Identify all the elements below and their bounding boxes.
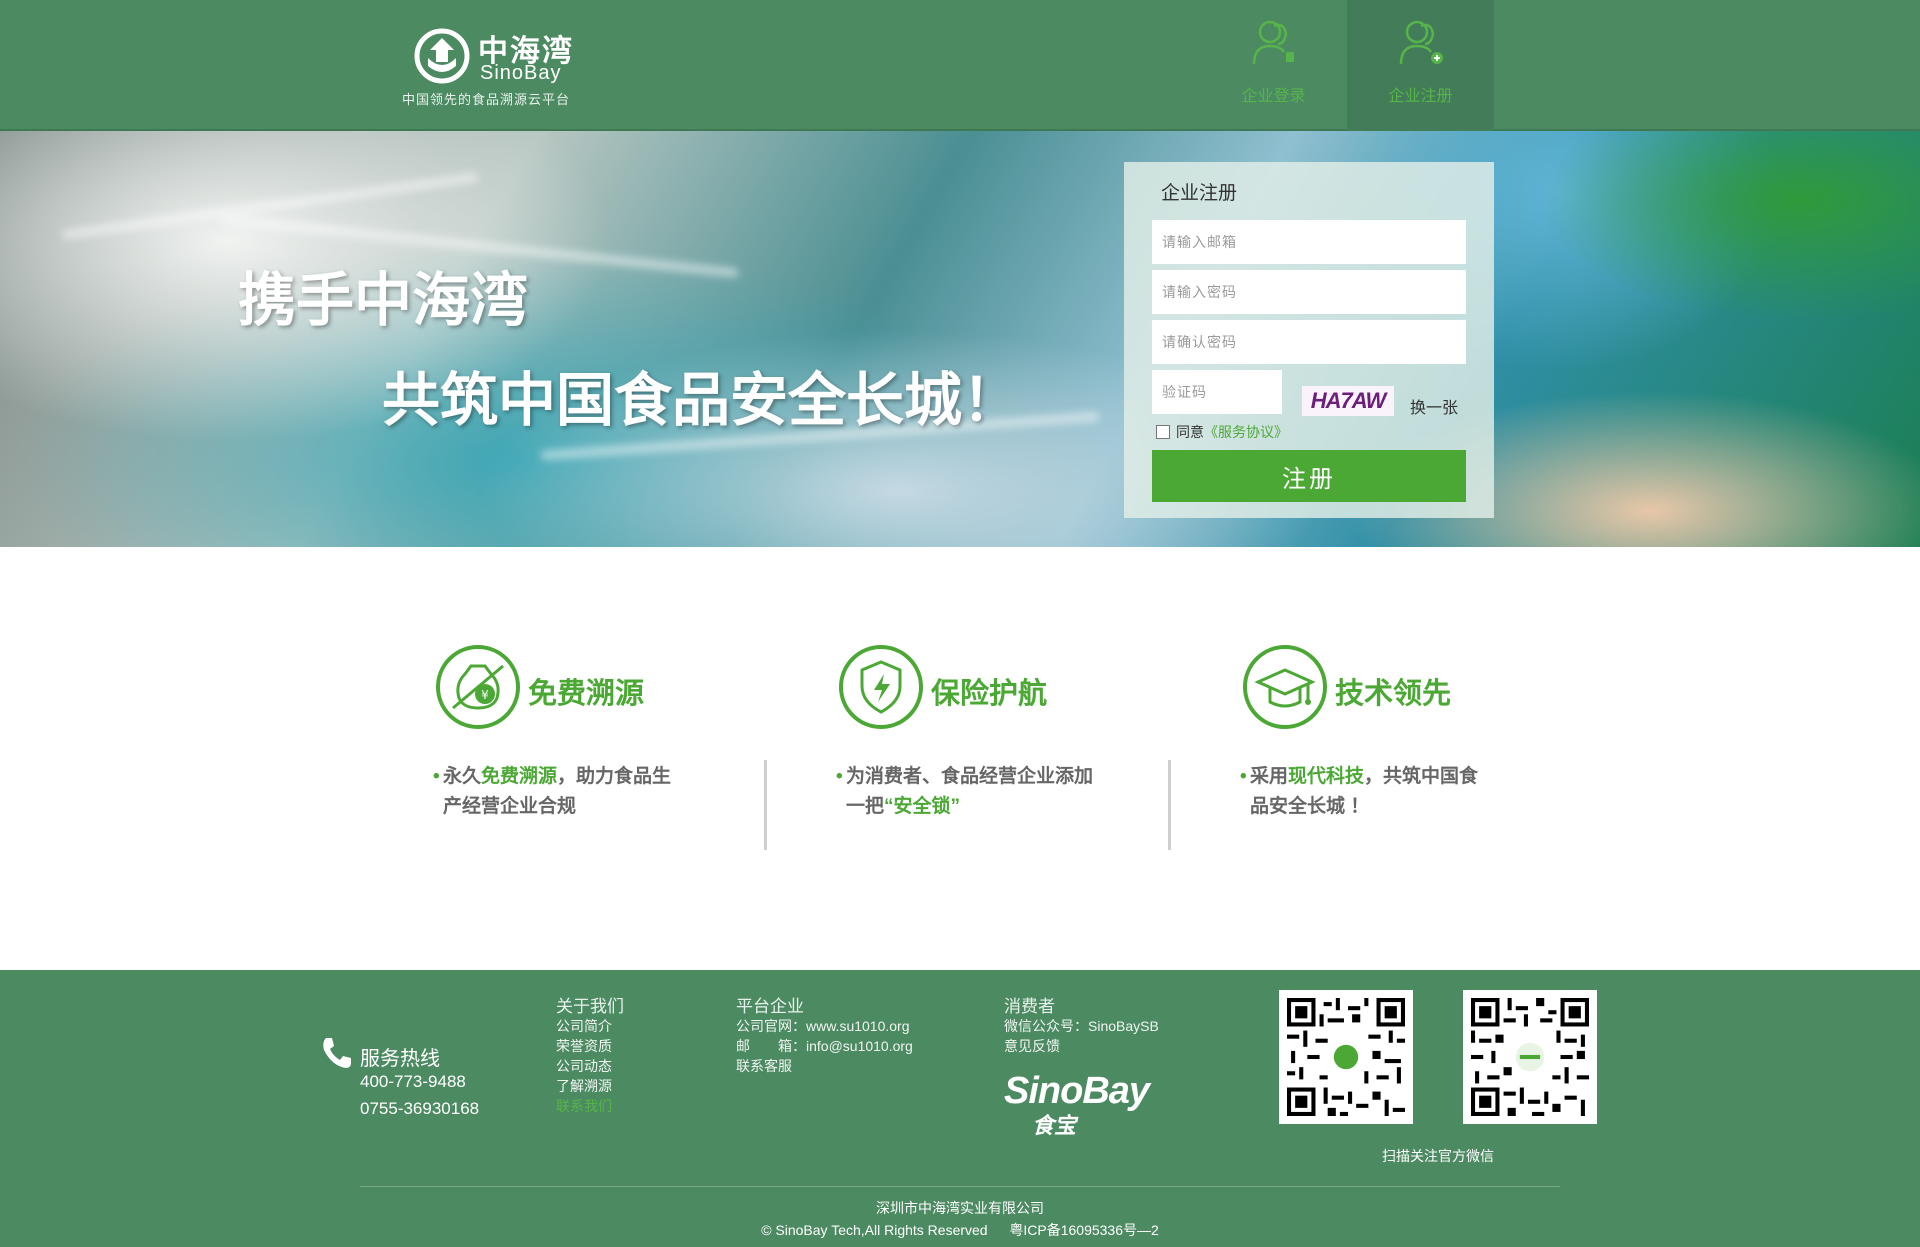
- qr-code-icon: [1287, 998, 1405, 1116]
- captcha-refresh-link[interactable]: 换一张: [1410, 394, 1458, 418]
- nav-label-login: 企业登录: [1241, 88, 1306, 105]
- logo-text-en: SinoBay: [480, 62, 562, 84]
- shield-bolt-icon: [839, 645, 923, 729]
- captcha-input[interactable]: [1152, 370, 1282, 414]
- footer-consumer-title: 消费者: [1004, 997, 1055, 1016]
- icp-number[interactable]: 粤ICP备16095336号—2: [1009, 1222, 1158, 1238]
- email-input[interactable]: [1152, 220, 1466, 264]
- feature-title: 技术领先: [1335, 678, 1452, 710]
- feature-divider: [1168, 760, 1171, 850]
- footer: 服务热线 400-773-9488 0755-36930168 关于我们 公司简…: [0, 970, 1920, 1247]
- brand-logo-en: SinoBay: [1004, 1070, 1150, 1112]
- footer-wechat-account: 微信公众号：SinoBaySB: [1004, 1018, 1159, 1034]
- desc-text: 采用: [1250, 766, 1289, 787]
- footer-feedback[interactable]: 意见反馈: [1004, 1036, 1060, 1056]
- service-agreement-link[interactable]: 《服务协议》: [1204, 424, 1288, 440]
- logo-mark-icon: [414, 28, 470, 84]
- phone-icon: [323, 1038, 351, 1068]
- nav-item-login[interactable]: 企业登录: [1200, 0, 1347, 131]
- logo[interactable]: 中海湾 SinoBay 中国领先的食品溯源云平台: [400, 20, 590, 110]
- register-form-title: 企业注册: [1161, 183, 1238, 204]
- company-name: 深圳市中海湾实业有限公司: [876, 1200, 1044, 1216]
- footer-email[interactable]: 邮 箱：info@su1010.org: [736, 1036, 913, 1056]
- banner-light-streak: [61, 171, 479, 241]
- hotline-number: 400-773-9488: [360, 1072, 466, 1091]
- footer-customer-service[interactable]: 联系客服: [736, 1056, 792, 1076]
- sinobay-brand-logo: SinoBay 食宝: [1004, 1070, 1184, 1140]
- desc-highlight: 现代科技: [1288, 766, 1365, 787]
- feature-description: • 永久免费溯源，助力食品生产经营企业合规: [433, 762, 690, 822]
- bullet-dot: •: [433, 766, 440, 787]
- footer-link-contact[interactable]: 联系我们: [556, 1096, 612, 1116]
- footer-website[interactable]: 公司官网：www.su1010.org: [736, 1016, 910, 1036]
- feature-description: • 为消费者、食品经营企业添加一把“安全锁”: [836, 762, 1093, 822]
- footer-about-title: 关于我们: [556, 997, 624, 1016]
- agree-label: 同意《服务协议》: [1176, 422, 1288, 442]
- agree-prefix: 同意: [1176, 424, 1204, 440]
- captcha-image[interactable]: HA7AW: [1302, 386, 1394, 416]
- bullet-dot: •: [836, 766, 843, 787]
- feature-title: 保险护航: [931, 678, 1048, 710]
- footer-link-learn-trace[interactable]: 了解溯源: [556, 1076, 612, 1096]
- footer-link-company-intro[interactable]: 公司简介: [556, 1016, 612, 1036]
- footer-link-news[interactable]: 公司动态: [556, 1056, 612, 1076]
- bullet-dot: •: [1240, 766, 1247, 787]
- confirm-password-input[interactable]: [1152, 320, 1466, 364]
- password-input[interactable]: [1152, 270, 1466, 314]
- qr-code-icon: [1471, 998, 1589, 1116]
- footer-divider: [360, 1186, 1560, 1187]
- svg-text:¥: ¥: [481, 688, 489, 702]
- copyright-text: © SinoBay Tech,All Rights Reserved: [761, 1222, 988, 1238]
- qr-code: [1463, 990, 1597, 1124]
- user-add-icon: [1399, 20, 1443, 65]
- feature-title: 免费溯源: [528, 678, 645, 710]
- hero-banner: 携手中海湾 共筑中国食品安全长城！: [0, 131, 1920, 547]
- hotline-title: 服务热线: [360, 1048, 440, 1070]
- money-bag-icon: ¥: [436, 645, 520, 729]
- feature-free-trace: ¥ 免费溯源 • 永久免费溯源，助力食品生产经营企业合规: [433, 644, 755, 854]
- hotline-number: 0755-36930168: [360, 1099, 480, 1118]
- desc-text: 永久: [443, 766, 482, 787]
- graduation-cap-icon: [1243, 645, 1327, 729]
- desc-highlight: “安全锁”: [884, 796, 961, 817]
- feature-description: • 采用现代科技，共筑中国食品安全长城 ！: [1240, 762, 1497, 822]
- feature-tech: 技术领先 • 采用现代科技，共筑中国食品安全长城 ！: [1240, 644, 1562, 854]
- register-form: 企业注册 HA7AW 换一张 同意《服务协议》 注册: [1124, 162, 1494, 518]
- qr-code: [1279, 990, 1413, 1124]
- hero-slogan-line1: 携手中海湾: [238, 268, 529, 333]
- user-login-icon: [1252, 20, 1294, 65]
- feature-divider: [764, 760, 767, 850]
- footer-platform-title: 平台企业: [736, 997, 804, 1016]
- register-submit-button[interactable]: 注册: [1152, 450, 1466, 502]
- qr-caption: 扫描关注官方微信: [1382, 1148, 1494, 1164]
- feature-insurance: 保险护航 • 为消费者、食品经营企业添加一把“安全锁”: [836, 644, 1158, 854]
- nav-item-register[interactable]: 企业注册: [1347, 0, 1494, 131]
- brand-logo-cn: 食宝: [1032, 1113, 1077, 1138]
- hero-slogan-line2: 共筑中国食品安全长城！: [382, 368, 1021, 433]
- footer-link-honors[interactable]: 荣誉资质: [556, 1036, 612, 1056]
- header: 中海湾 SinoBay 中国领先的食品溯源云平台 企业登录 企业注册: [0, 0, 1920, 131]
- desc-highlight: 免费溯源: [481, 766, 558, 787]
- logo-tagline: 中国领先的食品溯源云平台: [402, 92, 571, 107]
- agree-checkbox[interactable]: [1156, 425, 1170, 439]
- nav-label-register: 企业注册: [1388, 88, 1453, 105]
- copyright-line: © SinoBay Tech,All Rights Reserved 粤ICP备…: [0, 1220, 1920, 1240]
